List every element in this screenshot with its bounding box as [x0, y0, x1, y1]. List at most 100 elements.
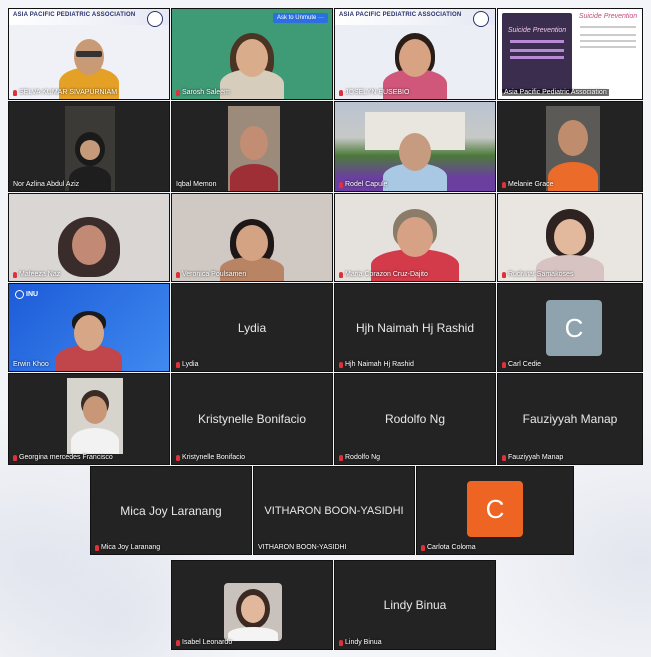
slide-title: Suicide Prevention [507, 27, 567, 34]
video-tile-maria-corazon[interactable]: Maria Corazon Cruz-Dajito [334, 193, 496, 282]
name-tile-mica[interactable]: Mica Joy Laranang Mica Joy Laranang [90, 466, 252, 555]
display-name: Hjh Naimah Hj Rashid [355, 320, 475, 335]
video-tile-isabel[interactable]: Isabel Leonardo [171, 560, 333, 650]
name-tile-lydia[interactable]: Lydia Lydia [171, 283, 333, 372]
participant-video [546, 106, 600, 191]
participant-video [67, 378, 123, 454]
video-tile-melanie[interactable]: Melanie Grace [497, 101, 643, 192]
mic-muted-icon [95, 544, 99, 551]
participant-video [228, 106, 280, 191]
participant-name: Nor Azlina Abdul Aziz [13, 181, 80, 188]
participant-name: SELVA KUMAR SIVAPURNIAM [13, 89, 117, 96]
video-tile-slides[interactable]: Suicide Prevention Suicide Prevention As… [497, 8, 643, 100]
name-tile-hjh-naimah[interactable]: Hjh Naimah Hj Rashid Hjh Naimah Hj Rashi… [334, 283, 496, 372]
participant-name: Mica Joy Laranang [95, 544, 160, 551]
video-tile-joselyn[interactable]: ASIA PACIFIC PEDIATRIC ASSOCIATION JOSEL… [334, 8, 496, 100]
mic-muted-icon [176, 454, 180, 461]
display-name: VITHARON BOON-YASIDHI [264, 504, 404, 517]
mic-muted-icon [176, 271, 180, 278]
display-name: Mica Joy Laranang [120, 503, 222, 518]
name-tile-rodolfo[interactable]: Rodolfo Ng Rodolfo Ng [334, 373, 496, 465]
mic-muted-icon [176, 361, 180, 368]
inu-logo: INU [15, 290, 38, 299]
participant-name: VITHARON BOON-YASIDHI [258, 544, 347, 551]
ask-to-unmute-button[interactable]: Ask to Unmute ··· [272, 13, 328, 23]
video-tile-rodel[interactable]: Rodel Capule [334, 101, 496, 192]
mic-muted-icon [502, 361, 506, 368]
mic-muted-icon [502, 454, 506, 461]
association-logo-icon [473, 11, 489, 27]
name-tile-kristynelle[interactable]: Kristynelle Bonifacio Kristynelle Bonifa… [171, 373, 333, 465]
participant-name: Isabel Leonardo [176, 639, 232, 646]
name-tile-vitharon[interactable]: VITHARON BOON-YASIDHI VITHARON BOON-YASI… [253, 466, 415, 555]
mic-muted-icon [502, 181, 506, 188]
participant-name: Erwin Khoo [13, 361, 49, 368]
association-banner: ASIA PACIFIC PEDIATRIC ASSOCIATION [335, 9, 495, 25]
mic-muted-icon [502, 271, 506, 278]
slide-right: Suicide Prevention [576, 13, 640, 93]
mic-muted-icon [13, 454, 17, 461]
video-tile-georgina[interactable]: Georgina mercedes Francisco [8, 373, 170, 465]
display-name: Rodolfo Ng [384, 412, 446, 426]
participant-name: Georgina mercedes Francisco [13, 454, 113, 461]
display-name: Fauziyyah Manap [522, 412, 618, 426]
profile-photo [224, 583, 282, 641]
participant-name: Rodel Capule [339, 181, 387, 188]
slide-right-title: Suicide Prevention [578, 13, 638, 20]
video-tile-sarosh[interactable]: Ask to Unmute ··· Sarosh Saleem [171, 8, 333, 100]
display-name: Kristynelle Bonifacio [197, 412, 307, 426]
avatar: C [546, 300, 602, 356]
video-tile-veronica[interactable]: Veronica Poulsamen [171, 193, 333, 282]
participant-name: Carl Cedie [502, 361, 541, 368]
mic-muted-icon [339, 271, 343, 278]
participant-video [212, 25, 292, 99]
association-logo-icon [147, 11, 163, 27]
participant-name: Carlota Coloma [421, 544, 476, 551]
participant-name: Mafeeza Naz [13, 271, 60, 278]
video-tile-mafeeza[interactable]: Mafeeza Naz [8, 193, 170, 282]
participant-name: JOSELYN EUSEBIO [339, 89, 409, 96]
participant-name: Lydia [176, 361, 198, 368]
video-tile-erwin[interactable]: INU Erwin Khoo [8, 283, 170, 372]
participant-video [65, 106, 115, 191]
display-name: Lydia [237, 320, 267, 335]
participant-video [375, 25, 455, 99]
mic-muted-icon [421, 544, 425, 551]
mic-muted-icon [339, 454, 343, 461]
avatar-tile-carl[interactable]: C Carl Cedie [497, 283, 643, 372]
avatar: C [467, 481, 523, 537]
participant-video [54, 305, 124, 371]
mic-muted-icon [339, 361, 343, 368]
mic-muted-icon [176, 89, 180, 96]
participant-name: Hjh Naimah Hj Rashid [339, 361, 414, 368]
participant-name: Rudiwiat Samakoses [502, 271, 573, 278]
display-name: Lindy Binua [383, 598, 447, 612]
participant-name: Rodolfo Ng [339, 454, 380, 461]
video-tile-iqbal[interactable]: Iqbal Memon [171, 101, 333, 192]
participant-name: Iqbal Memon [176, 181, 217, 188]
participant-name: Kristynelle Bonifacio [176, 454, 245, 461]
mic-muted-icon [339, 89, 343, 96]
participant-video [530, 205, 610, 281]
participant-name: Lindy Binua [339, 639, 382, 646]
participant-name: Maria Corazon Cruz-Dajito [339, 271, 428, 278]
association-banner: ASIA PACIFIC PEDIATRIC ASSOCIATION [9, 9, 169, 25]
participant-name: Veronica Poulsamen [176, 271, 246, 278]
name-tile-fauziyyah[interactable]: Fauziyyah Manap Fauziyyah Manap [497, 373, 643, 465]
video-tile-rudiwiat[interactable]: Rudiwiat Samakoses [497, 193, 643, 282]
slide-left: Suicide Prevention [502, 13, 572, 93]
name-tile-lindy[interactable]: Lindy Binua Lindy Binua [334, 560, 496, 650]
avatar-tile-carlota[interactable]: C Carlota Coloma [416, 466, 574, 555]
mic-muted-icon [176, 639, 180, 646]
mic-muted-icon [339, 181, 343, 188]
video-tile-nor-azlina[interactable]: Nor Azlina Abdul Aziz [8, 101, 170, 192]
mic-muted-icon [339, 639, 343, 646]
participant-video [365, 205, 465, 281]
participant-name: Melanie Grace [502, 181, 554, 188]
participant-video [54, 25, 124, 99]
mic-muted-icon [13, 271, 17, 278]
participant-name: Fauziyyah Manap [502, 454, 563, 461]
participant-name: Sarosh Saleem [176, 89, 230, 96]
mic-muted-icon [13, 89, 17, 96]
video-tile-selva[interactable]: ASIA PACIFIC PEDIATRIC ASSOCIATION SELVA… [8, 8, 170, 100]
